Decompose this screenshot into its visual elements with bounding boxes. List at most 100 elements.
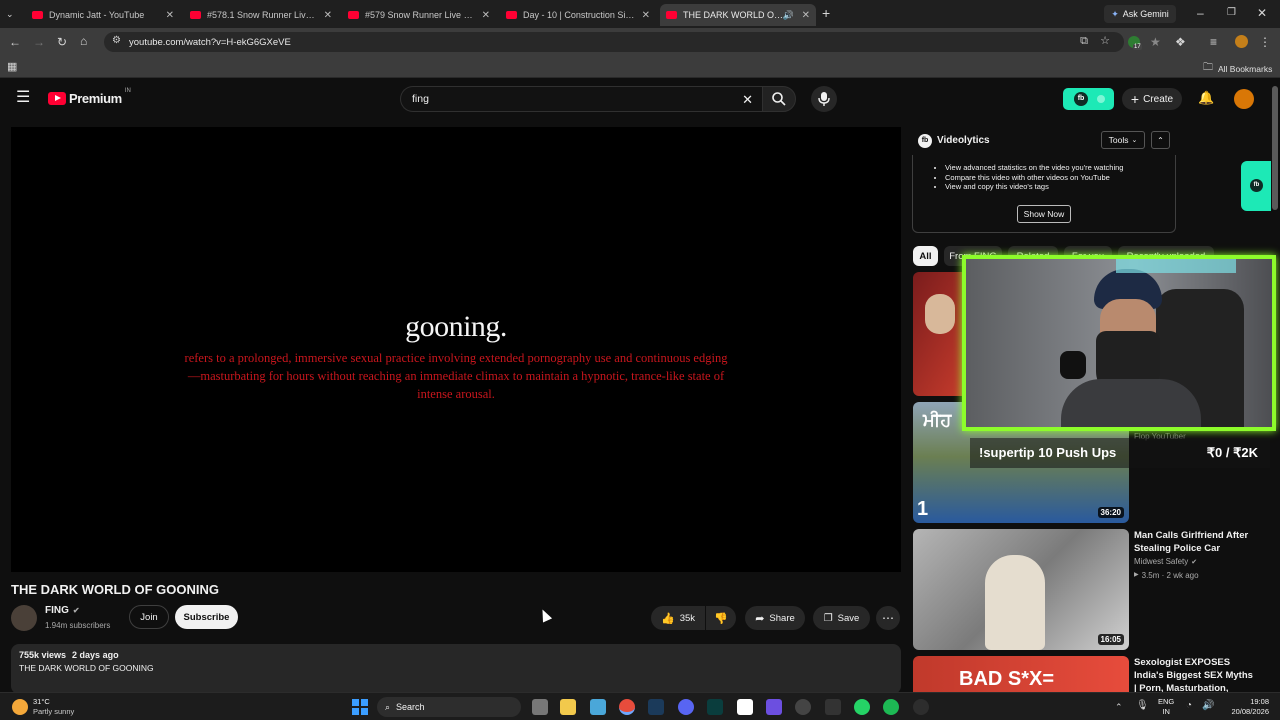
bookmarks-bar: ▦ 🗀 All Bookmarks [0, 56, 1280, 78]
more-actions-button[interactable]: ⋯ [876, 606, 900, 630]
close-tab-icon[interactable]: ✕ [324, 10, 332, 21]
more-horizontal-icon: ⋯ [882, 611, 894, 625]
wifi-icon[interactable]: ◔ [1186, 699, 1192, 713]
language-indicator[interactable]: ENG IN [1158, 697, 1174, 717]
taskbar-search-box[interactable]: ⌕ Search [377, 697, 521, 717]
tab-snow-runner-579[interactable]: #579 Snow Runner Live Stream ✕ [342, 4, 496, 26]
spotify-icon[interactable] [883, 699, 899, 715]
forward-arrow-icon[interactable]: → [33, 35, 45, 49]
star-extension-icon[interactable]: ★ [1150, 35, 1161, 49]
tab-snow-runner-578[interactable]: #578.1 Snow Runner Live Strea ✕ [184, 4, 338, 26]
notepad-icon[interactable] [590, 699, 606, 715]
account-avatar[interactable] [1234, 89, 1254, 109]
show-hidden-icons-chevron[interactable]: ⌃ [1115, 700, 1123, 714]
close-tab-icon[interactable]: ✕ [166, 10, 174, 21]
channel-name-row[interactable]: FING ✔ [45, 605, 80, 616]
videolytics-logo-icon: fb [1250, 179, 1263, 192]
terminal-icon[interactable] [707, 699, 723, 715]
like-button[interactable]: 👍 35k [651, 606, 705, 630]
channel-avatar[interactable] [11, 605, 37, 631]
music-app-icon[interactable] [825, 699, 841, 715]
save-button[interactable]: ❐ Save [813, 606, 870, 630]
tab-search-chevron-icon[interactable]: ⌄ [6, 7, 14, 21]
start-button-windows-icon[interactable] [352, 699, 368, 715]
reload-icon[interactable]: ↻ [57, 35, 67, 49]
recommendation-thumbnail-3[interactable]: 16:05 [913, 529, 1129, 650]
whatsapp-icon[interactable] [854, 699, 870, 715]
all-bookmarks-button[interactable]: 🗀 All Bookmarks [1203, 60, 1272, 77]
media-controls-icon[interactable]: ≡ [1210, 35, 1217, 49]
show-now-button[interactable]: Show Now [1017, 205, 1071, 223]
volume-icon[interactable]: 🔊 [1202, 699, 1214, 713]
audio-playing-icon[interactable]: 🔊 [783, 10, 794, 21]
close-window-icon[interactable]: ✕ [1257, 6, 1267, 20]
clock[interactable]: 19:08 20/08/2026 [1224, 697, 1269, 717]
hamburger-menu-icon[interactable]: ☰ [16, 90, 30, 106]
recommendation-title[interactable]: Man Calls Girlfriend After Stealing Poli… [1134, 529, 1254, 555]
video-player[interactable]: gooning. refers to a prolonged, immersiv… [11, 127, 901, 572]
collapse-panel-button[interactable]: ⌃ [1151, 131, 1170, 149]
capcut-icon[interactable] [737, 699, 753, 715]
tab-construction-sim[interactable]: Day - 10 | Construction Simulat ✕ [500, 4, 656, 26]
apps-grid-icon[interactable]: ▦ [7, 60, 17, 74]
search-button[interactable] [762, 86, 796, 112]
new-tab-icon[interactable]: + [822, 6, 830, 20]
taskbar-search-label: Search [396, 702, 425, 712]
recommendation-thumbnail-4[interactable]: BAD S*X= [913, 656, 1129, 692]
recommendation-stats: ▶ 3.5m · 2 wk ago [1134, 571, 1199, 580]
close-tab-icon[interactable]: ✕ [482, 10, 490, 21]
microphone-tray-icon[interactable]: 🎙 [1136, 699, 1149, 713]
share-arrow-icon: ➦ [755, 612, 765, 625]
youtube-logo[interactable]: Premium IN [48, 88, 131, 106]
file-explorer-icon[interactable] [560, 699, 576, 715]
browser-toolbar: ← → ↻ ⌂ ⚙ youtube.com/watch?v=H-ekG6GXeV… [0, 28, 1280, 56]
discord-icon[interactable] [678, 699, 694, 715]
bookmark-star-icon[interactable]: ☆ [1100, 34, 1110, 47]
restore-window-icon[interactable]: ❐ [1227, 6, 1236, 20]
clear-search-icon[interactable]: ✕ [742, 92, 753, 108]
chip-all[interactable]: All [913, 246, 938, 266]
search-input[interactable]: fing ✕ [400, 86, 762, 112]
chrome-icon[interactable] [619, 699, 635, 715]
tab-dynamic-jatt[interactable]: Dynamic Jatt - YouTube ✕ [26, 4, 180, 26]
slack-icon[interactable] [766, 699, 782, 715]
obs-icon[interactable] [795, 699, 811, 715]
home-icon[interactable]: ⌂ [80, 34, 87, 48]
video-duration: 16:05 [1097, 634, 1124, 645]
share-button[interactable]: ➦ Share [745, 606, 805, 630]
weather-sun-icon [12, 699, 28, 715]
steam-icon[interactable] [648, 699, 664, 715]
voice-search-button[interactable] [811, 86, 837, 112]
minimize-window-icon[interactable]: – [1197, 6, 1204, 20]
videolytics-panel: View advanced statistics on the video yo… [912, 155, 1176, 233]
site-info-icon[interactable]: ⚙ [112, 35, 121, 46]
trending-arrow-icon: ▶ [1134, 572, 1139, 578]
extensions-puzzle-icon[interactable]: ❖ [1175, 35, 1186, 49]
description-box[interactable]: 755k views 2 days ago THE DARK WORLD OF … [11, 644, 901, 694]
close-tab-icon[interactable]: ✕ [642, 10, 650, 21]
view-count: 755k views [19, 650, 67, 660]
clock-date: 20/08/2026 [1231, 707, 1269, 716]
task-view-icon[interactable] [532, 699, 548, 715]
videolytics-side-tab[interactable]: fb [1241, 161, 1271, 211]
create-button[interactable]: + Create [1122, 88, 1182, 110]
settings-gear-icon[interactable] [913, 699, 929, 715]
subscribe-button[interactable]: Subscribe [175, 605, 238, 629]
recommendation-title[interactable]: Sexologist EXPOSES India's Biggest SEX M… [1134, 656, 1254, 692]
notifications-bell-icon[interactable]: 🔔 [1198, 91, 1214, 105]
videolytics-toggle-button[interactable]: fb [1063, 88, 1114, 110]
dislike-button[interactable]: 👎 [706, 606, 736, 630]
tab-dark-world-gooning[interactable]: THE DARK WORLD OF GOO 🔊 ✕ [660, 4, 816, 26]
back-arrow-icon[interactable]: ← [9, 35, 21, 49]
browser-menu-icon[interactable]: ⋮ [1259, 35, 1271, 49]
ask-gemini-button[interactable]: ✦ Ask Gemini [1104, 5, 1176, 23]
address-bar[interactable]: ⚙ youtube.com/watch?v=H-ekG6GXeVE ⧉ ☆ [104, 32, 1124, 52]
profile-avatar[interactable] [1235, 35, 1248, 48]
webcam-cyan-glow [1116, 259, 1236, 273]
install-app-icon[interactable]: ⧉ [1080, 35, 1088, 48]
tools-dropdown[interactable]: Tools ⌄ [1101, 131, 1145, 149]
weather-widget[interactable]: 31°C Partly sunny [12, 697, 74, 717]
page-scrollbar[interactable] [1272, 86, 1278, 210]
close-tab-icon[interactable]: ✕ [802, 10, 810, 21]
join-button[interactable]: Join [129, 605, 169, 629]
